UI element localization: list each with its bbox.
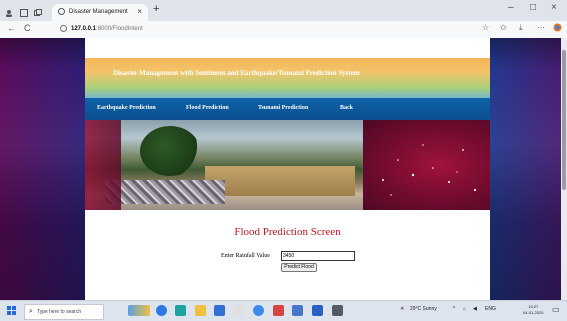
nav-flood-prediction[interactable]: Flood Prediction [186, 105, 229, 111]
site-container: Disaster Management with Sentiment and E… [85, 38, 490, 300]
rainfall-input[interactable] [281, 251, 355, 261]
language-indicator[interactable]: ENG [485, 306, 496, 312]
app-icon-5[interactable] [292, 305, 303, 316]
close-window-button[interactable]: × [551, 2, 557, 13]
site-header: Disaster Management with Sentiment and E… [85, 58, 490, 98]
app-icon-4[interactable] [273, 305, 284, 316]
rainfall-label: Enter Rainfall Value [221, 253, 270, 259]
volume-icon[interactable]: ◀ [473, 306, 477, 312]
weather-text[interactable]: 29°C Sunny [410, 306, 437, 312]
sparkle-decoration [382, 144, 477, 196]
search-placeholder: Type here to search [36, 309, 82, 315]
minimize-button[interactable]: – [508, 2, 514, 13]
news-widget-icon[interactable] [128, 305, 150, 316]
clock-date: 04-01-2025 [523, 310, 544, 315]
app-icon-3[interactable] [234, 305, 245, 316]
search-icon: ⌕ [29, 308, 33, 315]
banner-left-stripe [85, 120, 121, 210]
chrome-icon[interactable] [253, 305, 264, 316]
tray-chevron-icon[interactable]: ^ [453, 306, 455, 312]
debris-shape [105, 180, 225, 204]
favorite-star-icon[interactable]: ☆ [482, 23, 489, 32]
taskbar-clock[interactable]: 15:27 04-01-2025 [523, 304, 543, 316]
profile-icon[interactable] [5, 4, 13, 17]
file-explorer-icon[interactable] [195, 305, 206, 316]
page-title: Flood Prediction Screen [234, 226, 341, 238]
floodwater-shape [205, 166, 355, 196]
rainfall-form: Enter Rainfall Value [221, 251, 371, 263]
reload-icon[interactable]: C [24, 23, 31, 33]
scrollbar-thumb[interactable] [562, 50, 566, 190]
maximize-button[interactable]: □ [530, 2, 536, 13]
edge-icon[interactable] [175, 305, 186, 316]
taskbar: ⌕ Type here to search ☀ 29°C Sunny ^ ⌂ ◀ … [0, 300, 567, 321]
nav-back[interactable]: Back [340, 105, 353, 111]
notifications-icon[interactable]: ▭ [552, 305, 560, 314]
palm-tree-shape [140, 126, 200, 176]
app-icon-7[interactable] [332, 305, 343, 316]
windows-start-icon[interactable] [7, 306, 17, 316]
address-bar[interactable]: 127.0.0.1:8000/FloodIntent [60, 24, 470, 35]
url-path: :8000/FloodIntent [96, 26, 143, 32]
browser-tabbar: Disaster Management × + – □ × [0, 0, 567, 21]
tab-title: Disaster Management [69, 9, 128, 15]
site-info-icon[interactable] [60, 24, 67, 32]
favorites-icon[interactable]: ✩ [500, 23, 507, 32]
download-icon[interactable]: ⤓ [519, 23, 523, 33]
weather-icon[interactable]: ☀ [400, 306, 404, 312]
app-icon-1[interactable] [156, 305, 167, 316]
tab-actions-icon[interactable] [20, 4, 28, 17]
predict-flood-button[interactable]: Predict Flood [281, 263, 317, 272]
flood-photo [85, 120, 363, 210]
workspaces-icon[interactable] [34, 4, 42, 16]
url-host: 127.0.0.1 [71, 26, 97, 32]
site-title: Disaster Management with Sentiment and E… [113, 69, 360, 77]
taskbar-search[interactable]: ⌕ Type here to search [24, 304, 104, 320]
browser-tab[interactable]: Disaster Management × [52, 4, 148, 21]
back-arrow-icon[interactable]: ← [7, 23, 16, 33]
copilot-icon[interactable] [553, 23, 562, 34]
app-icon-6[interactable] [312, 305, 323, 316]
more-menu-icon[interactable]: ⋯ [537, 23, 545, 32]
page-viewport: Disaster Management with Sentiment and E… [0, 38, 567, 300]
banner-red-panel [363, 120, 490, 210]
new-tab-button[interactable]: + [153, 3, 159, 15]
nav-earthquake-prediction[interactable]: Earthquake Prediction [97, 105, 156, 111]
page-scrollbar[interactable] [561, 38, 567, 300]
site-navbar: Earthquake Prediction Flood Prediction T… [85, 98, 490, 120]
flood-banner-image [85, 120, 490, 210]
globe-icon [58, 8, 65, 15]
tab-close-icon[interactable]: × [137, 7, 142, 16]
network-icon[interactable]: ⌂ [463, 306, 466, 312]
nav-tsunami-prediction[interactable]: Tsunami Prediction [258, 105, 308, 111]
app-icon-2[interactable] [214, 305, 225, 316]
address-bar-row: ← C 127.0.0.1:8000/FloodIntent ☆ ✩ ⤓ ⋯ [0, 21, 567, 39]
